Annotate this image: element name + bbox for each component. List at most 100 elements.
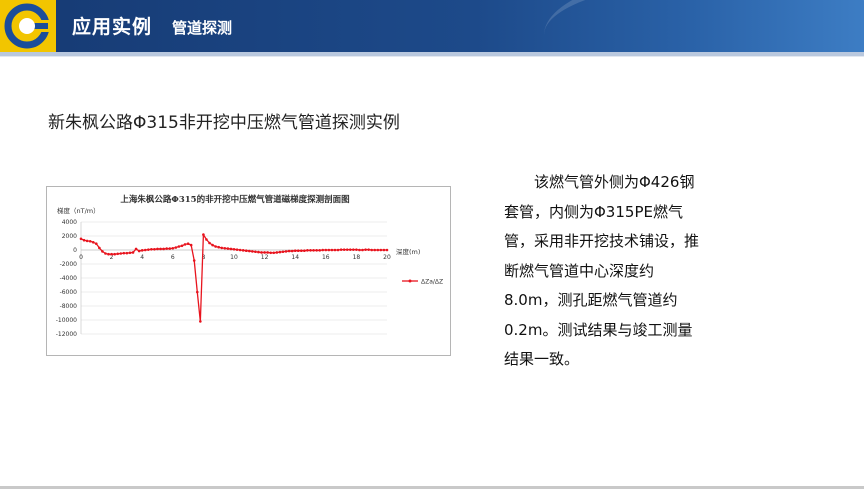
- data-point: [168, 247, 172, 250]
- data-point: [355, 248, 358, 251]
- y-tick-label: -4000: [60, 275, 78, 282]
- case-title: 新朱枫公路Φ315非开挖中压燃气管道探测实例: [48, 113, 400, 133]
- chart-container: 上海朱枫公路Φ315的非开挖中压燃气管道磁梯度探测剖面图 梯度（nT/m） 40…: [46, 186, 451, 356]
- data-point: [281, 250, 285, 254]
- data-point: [202, 233, 205, 236]
- data-point: [275, 251, 279, 254]
- data-point: [208, 241, 211, 245]
- y-tick-label: -8000: [60, 303, 78, 310]
- data-point: [306, 249, 309, 252]
- data-point: [107, 252, 110, 256]
- data-point: [336, 248, 340, 252]
- data-point: [186, 242, 190, 245]
- x-axis-label: 深度(m): [396, 247, 420, 256]
- chart-title: 上海朱枫公路Φ315的非开挖中压燃气管道磁梯度探测剖面图: [120, 194, 349, 205]
- y-tick-label: -10000: [56, 317, 77, 324]
- data-point: [290, 249, 294, 253]
- x-tick-label: 14: [291, 254, 299, 261]
- data-point: [137, 249, 141, 253]
- data-point: [162, 247, 165, 251]
- data-point: [303, 249, 306, 252]
- header-decoration: [544, 0, 864, 52]
- data-point: [165, 247, 168, 250]
- legend-label: ΔZa/ΔZ: [421, 279, 443, 286]
- data-point: [122, 251, 126, 255]
- data-point: [205, 238, 208, 241]
- header-subtitle: 管道探测: [172, 19, 233, 37]
- data-point: [266, 251, 269, 254]
- data-point: [296, 249, 300, 252]
- data-point: [352, 248, 355, 251]
- y-tick-label: 4000: [62, 219, 77, 226]
- data-point: [330, 248, 334, 252]
- data-point: [373, 248, 377, 252]
- data-point: [211, 243, 214, 247]
- data-point: [327, 248, 331, 252]
- data-point: [113, 252, 116, 256]
- data-point: [385, 248, 389, 252]
- data-point: [229, 247, 233, 251]
- data-point: [300, 249, 303, 252]
- data-point: [125, 251, 129, 255]
- header-bar: 应用实例 管道探测: [0, 0, 864, 52]
- data-point: [110, 252, 113, 256]
- data-point: [180, 244, 184, 248]
- header-divider-light: [0, 56, 864, 57]
- y-axis-label: 梯度（nT/m）: [57, 206, 100, 215]
- data-point: [143, 248, 147, 252]
- legend-marker: [408, 279, 412, 283]
- company-logo: [0, 0, 56, 52]
- header-title: 应用实例: [72, 16, 153, 38]
- data-point: [128, 251, 132, 255]
- data-point: [358, 248, 361, 252]
- data-point: [95, 242, 98, 245]
- data-point: [348, 248, 352, 251]
- data-point: [293, 249, 297, 252]
- data-point: [192, 259, 196, 262]
- data-point: [287, 249, 291, 253]
- data-point: [189, 243, 193, 247]
- data-point: [312, 249, 315, 252]
- y-tick-label: -6000: [60, 289, 78, 296]
- data-point: [339, 248, 343, 251]
- data-point: [85, 239, 89, 243]
- data-point: [183, 243, 187, 246]
- data-point: [376, 248, 380, 252]
- data-point: [382, 248, 386, 252]
- data-point: [361, 248, 364, 252]
- data-point: [82, 238, 86, 242]
- data-point: [98, 246, 101, 250]
- data-point: [174, 246, 178, 249]
- data-point: [195, 290, 199, 294]
- data-point: [134, 247, 138, 251]
- data-point: [177, 245, 181, 248]
- x-tick-label: 6: [171, 254, 175, 261]
- data-point: [260, 251, 263, 254]
- data-point: [284, 250, 288, 253]
- data-point: [333, 248, 337, 252]
- data-point: [263, 251, 266, 254]
- data-point: [315, 249, 318, 252]
- data-point: [91, 241, 95, 244]
- data-point: [104, 252, 107, 255]
- data-point: [238, 248, 242, 252]
- data-point: [101, 250, 104, 253]
- data-point: [131, 251, 135, 254]
- data-point: [321, 248, 325, 252]
- data-point: [88, 239, 92, 243]
- data-point: [235, 248, 239, 251]
- data-point: [147, 248, 150, 251]
- data-point: [345, 248, 349, 251]
- data-point: [272, 251, 276, 255]
- x-tick-label: 20: [383, 254, 391, 261]
- data-point: [269, 251, 273, 255]
- data-point: [159, 247, 162, 251]
- data-point: [220, 246, 224, 250]
- data-point: [156, 247, 159, 251]
- x-tick-label: 12: [261, 254, 269, 261]
- data-point: [370, 248, 374, 252]
- data-point: [140, 249, 144, 252]
- data-point: [364, 248, 367, 251]
- chart-legend: ΔZa/ΔZ: [402, 279, 443, 286]
- data-point: [257, 250, 260, 254]
